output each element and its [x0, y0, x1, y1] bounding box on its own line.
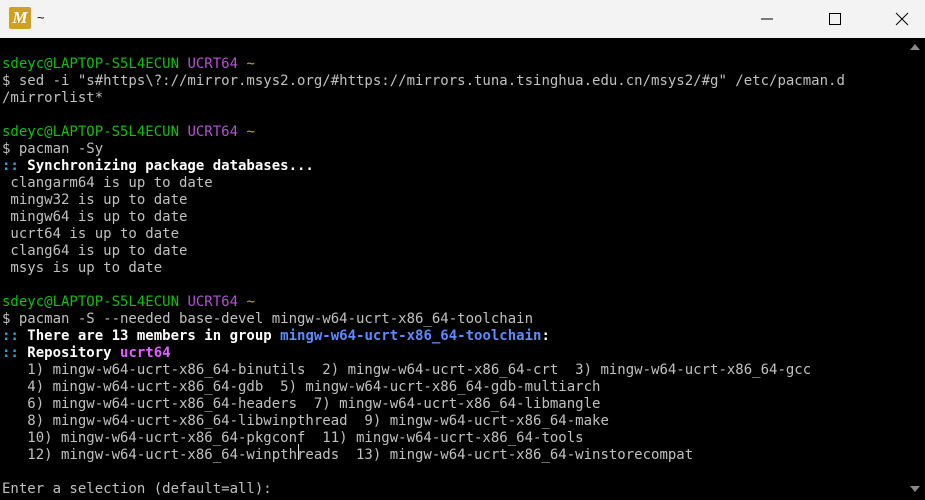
prompt-env: UCRT64 — [187, 124, 239, 140]
selection-prompt[interactable]: Enter a selection (default=all): — [2, 481, 280, 498]
maximize-button[interactable] — [812, 0, 858, 38]
group-name: mingw-w64-ucrt-x86_64-toolchain — [280, 328, 542, 344]
prompt-user: sdeyc@LAPTOP-S5L4ECUN — [2, 56, 180, 72]
app-icon-letter: M — [12, 8, 28, 27]
msys2-app-icon[interactable]: M — [9, 7, 31, 29]
info-marker: :: — [2, 345, 19, 361]
package-list-line: 12) mingw-w64-ucrt-x86_64-winpthreads 13… — [2, 447, 694, 463]
scroll-up-arrow-icon[interactable] — [910, 44, 920, 50]
db-status-line: clangarm64 is up to date — [2, 175, 213, 191]
minimize-icon — [761, 18, 773, 20]
repo-name: ucrt64 — [120, 345, 171, 361]
command-pacman-sy: $ pacman -Sy — [2, 141, 104, 157]
scrollbar[interactable] — [905, 38, 925, 500]
package-list-line: 6) mingw-w64-ucrt-x86_64-headers 7) ming… — [2, 396, 601, 412]
command-pacman-install: $ pacman -S --needed base-devel mingw-w6… — [2, 311, 534, 327]
package-list-line: 10) mingw-w64-ucrt-x86_64-pkgconf 11) mi… — [2, 430, 584, 446]
package-list-line: 4) mingw-w64-ucrt-x86_64-gdb 5) mingw-w6… — [2, 379, 601, 395]
package-list-line: 8) mingw-w64-ucrt-x86_64-libwinpthread 9… — [2, 413, 609, 429]
close-icon — [895, 12, 909, 26]
prompt-dir: ~ — [246, 294, 255, 310]
package-list-line: 1) mingw-w64-ucrt-x86_64-binutils 2) min… — [2, 362, 812, 378]
prompt-dir: ~ — [246, 56, 255, 72]
sync-message: :: Synchronizing package databases... — [2, 158, 314, 175]
repo-text: Repository — [18, 345, 121, 361]
window-title: ~ — [37, 10, 45, 25]
terminal-output[interactable]: sdeyc@LAPTOP-S5L4ECUN UCRT64 ~ $ sed -i … — [0, 38, 905, 500]
mintty-window: M ~ sdeyc@LAPTOP-S5L4ECUN UCRT64 ~ $ sed… — [0, 0, 925, 500]
text-cursor — [298, 444, 299, 460]
prompt-env: UCRT64 — [187, 56, 239, 72]
prompt-user: sdeyc@LAPTOP-S5L4ECUN — [2, 124, 180, 140]
members-colon: : — [541, 328, 550, 344]
prompt-dir: ~ — [246, 124, 255, 140]
db-status-line: msys is up to date — [2, 260, 163, 276]
info-marker: :: — [2, 328, 19, 344]
title-bar[interactable]: M ~ — [0, 0, 925, 38]
prompt-line-2: sdeyc@LAPTOP-S5L4ECUN UCRT64 ~ — [2, 124, 255, 141]
db-status-line: mingw64 is up to date — [2, 209, 188, 225]
scroll-down-arrow-icon[interactable] — [910, 486, 920, 492]
repository-message: :: Repository ucrt64 — [2, 345, 171, 362]
command-sed-line-2: /mirrorlist* — [2, 90, 104, 106]
members-text: There are 13 members in group — [18, 328, 281, 344]
prompt-env: UCRT64 — [187, 294, 239, 310]
minimize-button[interactable] — [744, 0, 790, 38]
db-status-line: ucrt64 is up to date — [2, 226, 180, 242]
prompt-line-1: sdeyc@LAPTOP-S5L4ECUN UCRT64 ~ — [2, 56, 255, 73]
info-marker: :: — [2, 158, 19, 174]
prompt-user: sdeyc@LAPTOP-S5L4ECUN — [2, 294, 180, 310]
group-members-message: :: There are 13 members in group mingw-w… — [2, 328, 550, 345]
sync-text: Synchronizing package databases... — [18, 158, 314, 174]
command-sed-line-1: $ sed -i "s#https\?://mirror.msys2.org/#… — [2, 73, 845, 89]
prompt-line-3: sdeyc@LAPTOP-S5L4ECUN UCRT64 ~ — [2, 294, 255, 311]
db-status-line: mingw32 is up to date — [2, 192, 188, 208]
db-status-line: clang64 is up to date — [2, 243, 188, 259]
close-button[interactable] — [879, 0, 925, 38]
maximize-icon — [829, 13, 841, 25]
